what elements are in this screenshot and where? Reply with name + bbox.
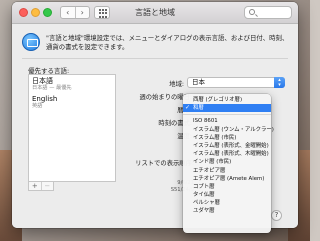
preferred-languages-list[interactable]: 日本語 日本語 — 最優先 English 英語 xyxy=(28,74,116,182)
region-value: 日本 xyxy=(192,78,205,86)
list-item[interactable]: English 英語 xyxy=(29,93,115,111)
menu-item-islamic-umm-al-qura[interactable]: イスラム暦 (ウンム・アルクラー) xyxy=(183,126,274,134)
help-button[interactable]: ? xyxy=(271,210,282,221)
menu-item-ethiopic-amete-alem[interactable]: エチオピア暦 (Amete Alem) xyxy=(183,175,271,183)
menu-item-islamic-civil[interactable]: イスラム暦 (市民) xyxy=(183,134,271,142)
menu-item-label: ペルシャ暦 xyxy=(193,200,220,207)
remove-language-button[interactable]: − xyxy=(40,182,54,190)
checkmark-icon: ✓ xyxy=(185,104,191,112)
divider xyxy=(22,58,288,59)
region-popup[interactable]: 日本 ▴ ▾ xyxy=(187,77,285,88)
menu-item-islamic-tabular-thursday[interactable]: イスラム暦 (表形式、木曜開始) xyxy=(183,150,271,158)
add-language-button[interactable]: + xyxy=(29,182,41,190)
menu-item-persian[interactable]: ペルシャ暦 xyxy=(183,199,271,207)
menu-item-label: ユダヤ暦 xyxy=(193,208,215,215)
search-icon xyxy=(249,9,255,15)
menu-item-label: 和暦 xyxy=(193,105,204,112)
menu-item-label: エチオピア暦 (Amete Alem) xyxy=(193,175,265,182)
menu-item-label: ISO 8601 xyxy=(193,118,218,125)
language-subtitle: 日本語 — 最優先 xyxy=(32,85,72,91)
menu-item-label: 西暦 (グレゴリオ暦) xyxy=(193,97,243,103)
menu-item-label: イスラム暦 (市民) xyxy=(193,134,237,141)
menu-item-indian-civil[interactable]: インド暦 (市民) xyxy=(183,158,271,166)
language-name: English xyxy=(32,95,58,103)
menu-item-buddhist[interactable]: タイ仏暦 xyxy=(183,191,271,199)
menu-item-coptic[interactable]: コプト暦 xyxy=(183,183,271,191)
week-start-label: 週の始まりの曜日: xyxy=(139,94,193,101)
popup-arrows-icon: ▴ ▾ xyxy=(274,77,285,88)
list-controls: + − xyxy=(28,181,54,191)
search-input[interactable] xyxy=(244,6,292,19)
language-name: 日本語 xyxy=(32,77,53,85)
menu-item-label: タイ仏暦 xyxy=(193,192,215,199)
region-label: 地域: xyxy=(169,81,184,88)
menu-item-islamic-tabular-friday[interactable]: イスラム暦 (表形式、金曜開始) xyxy=(183,142,271,150)
menu-item-label: イスラム暦 (表形式、金曜開始) xyxy=(193,142,269,149)
menu-item-label: イスラム暦 (表形式、木曜開始) xyxy=(193,151,269,158)
calendar-dropdown-menu: 西暦 (グレゴリオ暦) ✓ 和暦 ISO 8601 イスラム暦 (ウンム・アルクラ… xyxy=(183,94,274,233)
menu-item-hebrew[interactable]: ユダヤ暦 xyxy=(183,207,271,215)
menu-item-japanese[interactable]: ✓ 和暦 xyxy=(183,104,271,113)
menu-item-ethiopic[interactable]: エチオピア暦 xyxy=(183,167,271,175)
flag-icon xyxy=(22,33,40,51)
menu-item-label: エチオピア暦 xyxy=(193,167,226,174)
menu-item-gregorian[interactable]: 西暦 (グレゴリオ暦) xyxy=(183,96,271,104)
list-sort-label: リストでの表示順序: xyxy=(135,160,194,167)
list-item[interactable]: 日本語 日本語 — 最優先 xyxy=(29,75,115,93)
language-subtitle: 英語 xyxy=(32,103,43,109)
menu-item-label: イスラム暦 (ウンム・アルクラー) xyxy=(193,126,274,133)
menu-item-label: コプト暦 xyxy=(193,183,215,190)
menu-item-iso8601[interactable]: ISO 8601 xyxy=(183,117,271,125)
pane-description: "言語と地域"環境設定では、メニューとダイアログの表示言語、および日付、時刻、通… xyxy=(46,34,289,51)
menu-item-label: インド暦 (市民) xyxy=(193,159,232,166)
title-bar: ‹ › 言語と地域 xyxy=(12,2,298,24)
menu-separator xyxy=(183,114,271,116)
